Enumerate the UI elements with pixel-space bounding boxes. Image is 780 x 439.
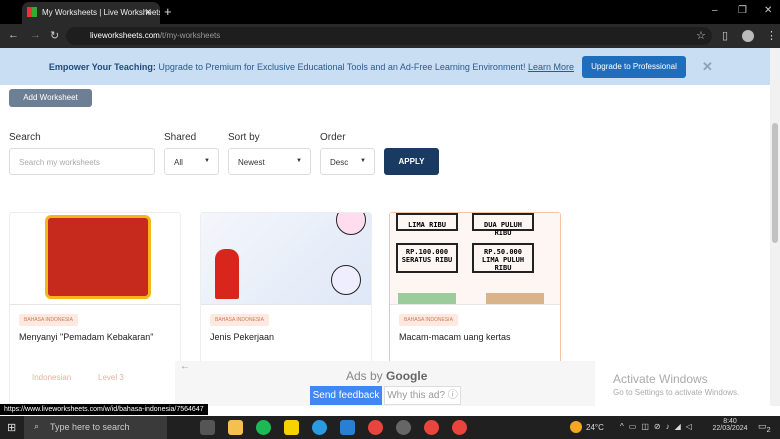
reload-icon[interactable]: ↻: [50, 29, 59, 42]
sort-select[interactable]: Newest ▼: [228, 148, 311, 175]
subject-badge: BAHASA INDONESIA: [19, 314, 78, 326]
activate-windows-watermark: Activate Windows Go to Settings to activa…: [595, 361, 770, 406]
upgrade-button[interactable]: Upgrade to Professional: [582, 56, 686, 78]
search-icon: ⌕: [34, 421, 40, 431]
new-tab-button[interactable]: +: [164, 4, 172, 19]
weather-icon[interactable]: [570, 421, 582, 433]
close-window-button[interactable]: ✕: [764, 5, 772, 16]
system-tray-icons[interactable]: ^▭◫⊘♪◢◁: [620, 422, 697, 431]
file-explorer-icon[interactable]: [228, 420, 243, 435]
shared-select[interactable]: All ▼: [164, 148, 219, 175]
avatar[interactable]: [742, 30, 754, 42]
windows-start-icon[interactable]: ⊞: [7, 421, 16, 434]
send-feedback-button[interactable]: Send feedback: [310, 386, 382, 405]
sticky-notes-icon[interactable]: [284, 420, 299, 435]
taskbar-search[interactable]: ⌕ Type here to search: [24, 416, 167, 439]
shared-label: Shared: [164, 132, 197, 143]
worksheet-title[interactable]: Menyanyi "Pemadam Kebakaran": [19, 332, 153, 342]
vscode-icon[interactable]: [340, 420, 355, 435]
favicon-icon: [27, 7, 37, 17]
subject-badge: BAHASA INDONESIA: [210, 314, 269, 326]
minimize-button[interactable]: –: [712, 5, 718, 16]
search-input[interactable]: Search my worksheets: [9, 148, 155, 175]
premium-banner: Empower Your Teaching: Upgrade to Premiu…: [0, 48, 770, 85]
notification-icon[interactable]: ▭2: [758, 421, 771, 434]
scrollbar-thumb[interactable]: [772, 123, 778, 243]
add-worksheet-button[interactable]: Add Worksheet: [9, 89, 92, 107]
close-tab-icon[interactable]: ✕: [144, 7, 152, 18]
taskbar: ⊞ ⌕ Type here to search 24°C ^▭◫⊘♪◢◁ 8:40…: [0, 416, 780, 439]
worksheet-title[interactable]: Macam-macam uang kertas: [399, 332, 511, 342]
back-icon[interactable]: ←: [8, 29, 19, 41]
back-arrow-icon[interactable]: ←: [180, 361, 190, 372]
restore-button[interactable]: ❐: [738, 5, 747, 16]
address-bar[interactable]: liveworksheets.com/t/my-worksheets: [66, 27, 712, 45]
obs-icon[interactable]: [396, 420, 411, 435]
chevron-down-icon: ▼: [360, 158, 366, 164]
chrome-icon[interactable]: [452, 420, 467, 435]
close-icon[interactable]: ✕: [702, 59, 713, 75]
edge-icon[interactable]: [312, 420, 327, 435]
google-logo: Google: [386, 369, 428, 383]
chrome-icon[interactable]: [424, 420, 439, 435]
page: Empower Your Teaching: Upgrade to Premiu…: [0, 48, 770, 406]
worksheet-card[interactable]: BAHASA INDONESIA Menyanyi "Pemadam Kebak…: [9, 212, 181, 406]
why-this-ad-button[interactable]: Why this ad? ⓘ: [384, 386, 461, 405]
bookmark-star-icon[interactable]: ☆: [696, 29, 706, 42]
side-panel-icon[interactable]: ▯: [722, 29, 728, 42]
sort-label: Sort by: [228, 132, 260, 143]
status-url: https://www.liveworksheets.com/w/id/baha…: [0, 404, 208, 415]
task-view-icon[interactable]: [200, 420, 215, 435]
order-label: Order: [320, 132, 346, 143]
learn-more-link[interactable]: Learn More: [528, 62, 574, 72]
scrollbar[interactable]: [770, 48, 780, 406]
forward-icon[interactable]: →: [30, 29, 41, 41]
level-label: Level 3: [98, 373, 124, 382]
ad-overlay: ← Ads by Google Send feedback Why this a…: [175, 361, 770, 406]
menu-icon[interactable]: ⋮: [766, 29, 777, 42]
apply-button[interactable]: APPLY: [384, 148, 439, 175]
worksheet-thumbnail: [201, 213, 371, 305]
nav-bar: ← → ↻ liveworksheets.com/t/my-worksheets…: [0, 24, 780, 48]
chrome-icon[interactable]: [368, 420, 383, 435]
spotify-icon[interactable]: [256, 420, 271, 435]
worksheet-thumbnail: [10, 213, 180, 305]
language-label: Indonesian: [32, 373, 72, 382]
chevron-down-icon: ▼: [204, 158, 210, 164]
subject-badge: BAHASA INDONESIA: [399, 314, 458, 326]
worksheet-title[interactable]: Jenis Pekerjaan: [210, 332, 274, 342]
tab-bar: My Worksheets | Live Worksheets ✕ + – ❐ ✕: [0, 0, 780, 24]
worksheet-thumbnail: LIMA RIBU DUA PULUH RIBU RP.100.000 SERAT…: [390, 213, 560, 305]
temperature[interactable]: 24°C: [586, 423, 604, 432]
chevron-down-icon: ▼: [296, 158, 302, 164]
order-select[interactable]: Desc ▼: [320, 148, 375, 175]
search-label: Search: [9, 132, 41, 143]
browser-tab[interactable]: My Worksheets | Live Worksheets ✕: [22, 2, 160, 24]
